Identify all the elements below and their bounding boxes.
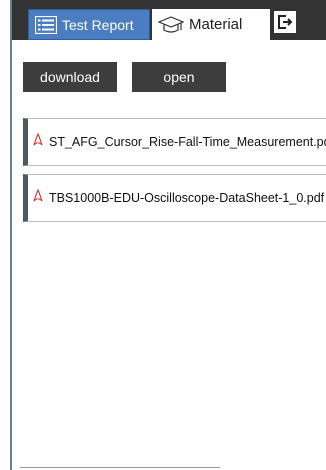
tab-test-report-label: Test Report [62, 16, 134, 33]
tab-material-label: Material [189, 16, 243, 33]
download-button[interactable]: download [23, 62, 117, 92]
exit-icon [277, 14, 293, 30]
list-icon [35, 15, 57, 34]
open-button[interactable]: open [132, 62, 226, 92]
file-name: ST_AFG_Cursor_Rise-Fall-Time_Measurement… [49, 135, 326, 149]
pdf-icon [32, 132, 44, 151]
bottom-divider [20, 467, 220, 468]
tab-bar: Test Report Material [12, 0, 326, 40]
pdf-icon [32, 188, 44, 207]
file-name: TBS1000B-EDU-Oscilloscope-DataSheet-1_0.… [49, 191, 325, 205]
tab-material[interactable]: Material [152, 9, 270, 40]
file-list-item[interactable]: ST_AFG_Cursor_Rise-Fall-Time_Measurement… [23, 118, 326, 166]
file-list-item[interactable]: TBS1000B-EDU-Oscilloscope-DataSheet-1_0.… [23, 174, 326, 222]
exit-button[interactable] [274, 11, 296, 33]
left-edge-divider [10, 0, 12, 470]
graduation-cap-icon [158, 15, 184, 35]
tab-test-report[interactable]: Test Report [28, 9, 150, 40]
